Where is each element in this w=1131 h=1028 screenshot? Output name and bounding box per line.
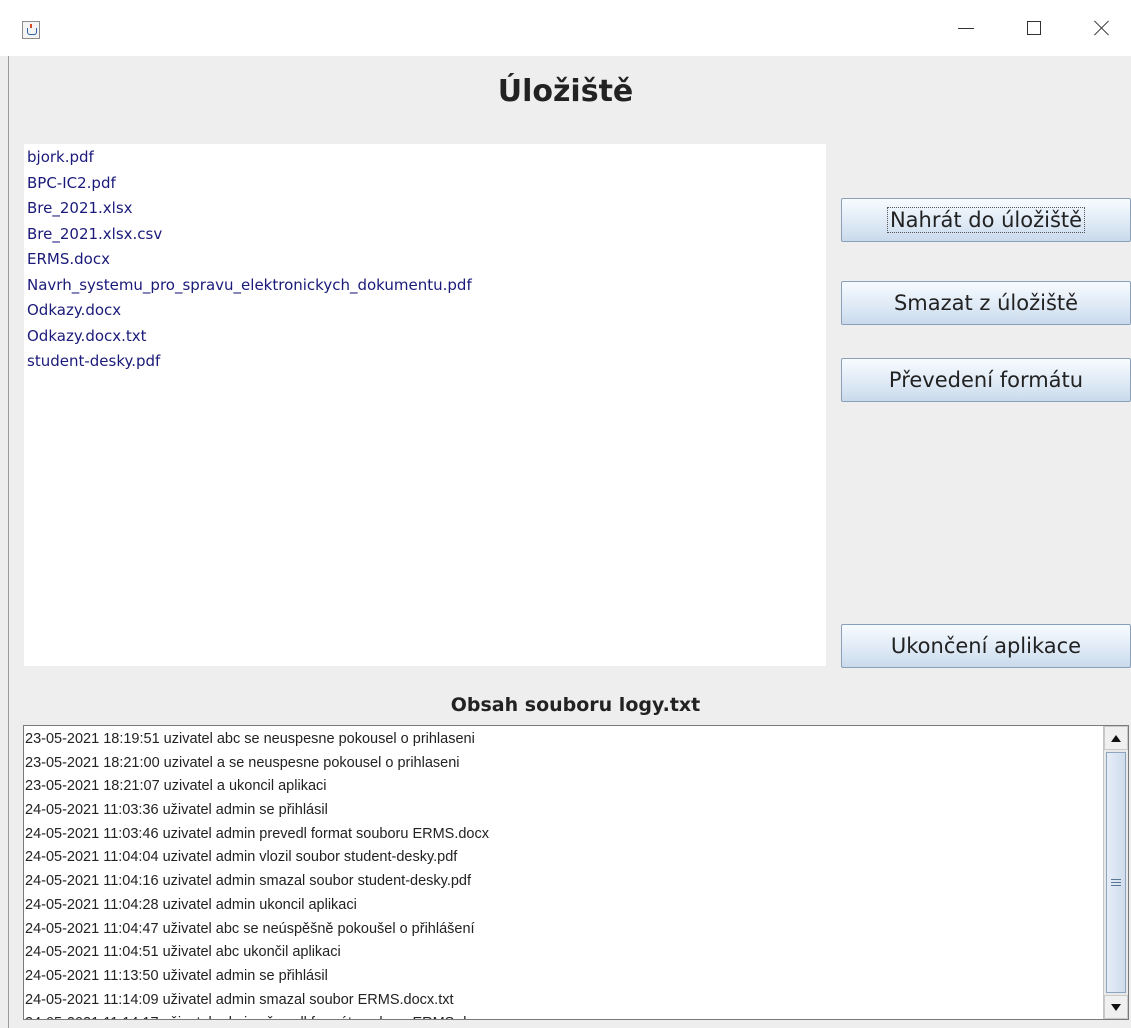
upload-button[interactable]: Nahrát do úložiště: [841, 198, 1131, 242]
log-line: 24-05-2021 11:14:09 uživatel admin smaza…: [25, 991, 454, 1008]
minimize-button[interactable]: [936, 0, 996, 56]
log-line: 24-05-2021 11:13:50 uživatel admin se př…: [25, 967, 328, 984]
vertical-scrollbar[interactable]: [1103, 726, 1128, 1019]
upload-button-label: Nahrát do úložiště: [886, 207, 1086, 233]
thumb-grip-line: [1111, 882, 1121, 883]
exit-application-button[interactable]: Ukončení aplikace: [841, 624, 1131, 668]
file-list-item[interactable]: Bre_2021.xlsx: [27, 196, 826, 222]
file-list[interactable]: bjork.pdf BPC-IC2.pdf Bre_2021.xlsx Bre_202…: [24, 144, 826, 666]
log-line: 24-05-2021 11:04:16 uzivatel admin smaza…: [25, 873, 472, 890]
convert-format-button[interactable]: Převedení formátu: [841, 358, 1131, 402]
log-line: 24-05-2021 11:14:17 uživatel admin převe…: [24, 1012, 1104, 1019]
scroll-up-button[interactable]: [1104, 726, 1128, 750]
file-list-item[interactable]: BPC-IC2.pdf: [27, 171, 826, 197]
log-line: 24-05-2021 11:04:51 uživatel abc ukončil…: [25, 944, 341, 961]
log-line: 24-05-2021 11:04:47 uživatel abc se neús…: [25, 920, 475, 937]
page-title: Úložiště: [497, 74, 634, 109]
close-icon: [1094, 20, 1110, 36]
scrollbar-thumb[interactable]: [1106, 752, 1126, 993]
log-line: 23-05-2021 18:21:07 uzivatel a ukoncil a…: [25, 778, 327, 795]
scroll-down-arrow-icon: [1111, 1003, 1121, 1011]
log-line: 24-05-2021 11:04:04 uzivatel admin vlozi…: [25, 849, 458, 866]
minimize-icon: [958, 27, 974, 29]
log-line: 24-05-2021 11:03:46 uzivatel admin preve…: [25, 825, 489, 842]
scroll-down-button[interactable]: [1104, 995, 1128, 1019]
maximize-icon: [1027, 21, 1041, 35]
title-bar: [0, 0, 1131, 56]
file-list-item[interactable]: bjork.pdf: [27, 145, 826, 171]
window-border: [8, 56, 9, 1028]
thumb-grip-line: [1111, 879, 1121, 880]
log-lines: 23-05-2021 18:19:51 uzivatel abc se neus…: [24, 728, 1104, 1019]
maximize-button[interactable]: [1004, 0, 1064, 56]
file-list-item[interactable]: Bre_2021.xlsx.csv: [27, 222, 826, 248]
log-text-area[interactable]: 23-05-2021 18:19:51 uzivatel abc se neus…: [23, 725, 1129, 1020]
log-line: 23-05-2021 18:19:51 uzivatel abc se neus…: [25, 731, 475, 747]
close-button[interactable]: [1072, 0, 1131, 56]
file-list-item[interactable]: ERMS.docx: [27, 247, 826, 273]
file-list-item[interactable]: student-desky.pdf: [27, 349, 826, 375]
file-list-item[interactable]: Odkazy.docx: [27, 298, 826, 324]
java-app-icon[interactable]: [22, 21, 40, 39]
log-line: 24-05-2021 11:04:28 uzivatel admin ukonc…: [25, 896, 357, 913]
thumb-grip-line: [1111, 885, 1121, 886]
file-list-item[interactable]: Odkazy.docx.txt: [27, 324, 826, 350]
delete-button[interactable]: Smazat z úložiště: [841, 281, 1131, 325]
log-label: Obsah souboru logy.txt: [450, 694, 701, 716]
log-line: 23-05-2021 18:21:00 uzivatel a se neuspe…: [25, 754, 460, 771]
log-line: 24-05-2021 11:03:36 uživatel admin se př…: [25, 802, 328, 819]
scroll-up-arrow-icon: [1111, 734, 1121, 742]
file-list-items: bjork.pdf BPC-IC2.pdf Bre_2021.xlsx Bre_202…: [24, 144, 826, 375]
file-list-item[interactable]: Navrh_systemu_pro_spravu_elektronickych_…: [27, 273, 826, 299]
